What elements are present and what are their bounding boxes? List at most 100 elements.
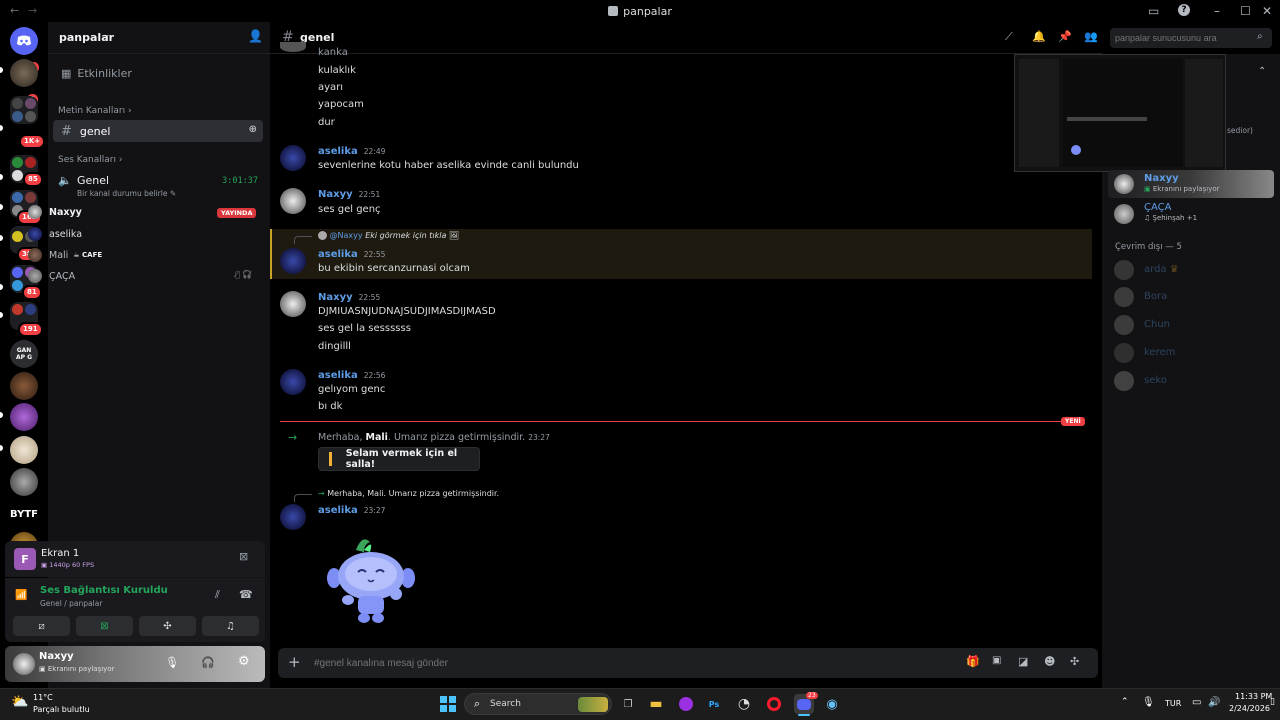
tray-mic-icon[interactable]: 🎙	[1142, 697, 1155, 708]
reply-preview[interactable]: → Merhaba, Mali. Umarız pizza getirmişsi…	[318, 489, 499, 498]
activities-button[interactable]: ✣	[139, 616, 196, 636]
opera-icon[interactable]	[764, 694, 784, 714]
voice-user[interactable]: Mali ☕ CAFE	[28, 247, 102, 263]
server-gang-icon[interactable]: GAN AP G	[10, 340, 38, 368]
help-icon[interactable]: ?	[1178, 4, 1190, 16]
avatar[interactable]	[280, 369, 306, 395]
tray-chevron-icon[interactable]: ⌃	[1121, 697, 1129, 707]
add-attachment-icon[interactable]: +	[288, 653, 301, 671]
forward-arrow-icon[interactable]: →	[28, 4, 37, 17]
user-name[interactable]: Naxyy	[39, 651, 74, 662]
volume-icon[interactable]: 🔊	[1208, 697, 1220, 708]
clock-time[interactable]: 11:33 PM	[1235, 692, 1272, 701]
server-icon[interactable]	[10, 436, 38, 464]
message-author[interactable]: aselika 22:56	[318, 370, 385, 381]
weather-icon[interactable]: ⛅	[11, 694, 28, 710]
weather-desc[interactable]: Parçalı bulutlu	[33, 705, 90, 714]
voice-channel-genel[interactable]: 🔈 Genel 3:01:37 Bir kanal durumu belirle…	[58, 172, 263, 202]
clock-date[interactable]: 2/24/2026	[1229, 704, 1270, 713]
user-avatar[interactable]	[13, 653, 35, 675]
emoji-icon[interactable]: ☻	[1044, 655, 1055, 668]
avatar[interactable]	[280, 291, 306, 317]
message-author[interactable]: Naxyy 22:51	[318, 189, 380, 200]
stream-preview[interactable]	[1014, 54, 1226, 172]
voice-status-prompt[interactable]: Bir kanal durumu belirle ✎	[77, 189, 176, 198]
text-category[interactable]: Metin Kanalları ›	[58, 106, 132, 116]
headphones-icon[interactable]: 🎧	[201, 656, 215, 669]
member-item[interactable]: ÇAÇA ♫ Şehinşah +1	[1108, 200, 1274, 228]
sticker-icon[interactable]: ◪	[1018, 655, 1028, 668]
camera-button[interactable]: ⧄	[13, 616, 70, 636]
start-icon[interactable]	[438, 694, 458, 714]
soundboard-button[interactable]: ♫	[202, 616, 259, 636]
search-box[interactable]: ⌕	[1110, 28, 1272, 48]
microphone-icon[interactable]: 🎙	[165, 656, 179, 669]
events-item[interactable]: ▦ Etkinlikler	[53, 62, 263, 84]
avatar[interactable]	[280, 145, 306, 171]
app-icon[interactable]: ◔	[734, 694, 754, 714]
channel-genel[interactable]: # genel ⊕	[53, 120, 263, 142]
avatar[interactable]	[280, 188, 306, 214]
disconnect-icon[interactable]: ☎	[239, 588, 253, 601]
voice-user[interactable]: aselika	[28, 226, 82, 242]
voice-location[interactable]: Genel / panpalar	[40, 599, 102, 608]
server-icon[interactable]	[10, 372, 38, 400]
member-item[interactable]: Bora	[1108, 287, 1274, 307]
message-author[interactable]: aselika 22:49	[318, 146, 385, 157]
inbox-icon[interactable]: ▭	[1148, 4, 1159, 18]
voice-category[interactable]: Ses Kanalları ›	[58, 155, 122, 165]
avatar[interactable]	[280, 248, 306, 274]
maximize-icon[interactable]: ☐	[1240, 4, 1251, 18]
invite-icon[interactable]: ⊕	[249, 124, 257, 135]
member-item[interactable]: kerem	[1108, 343, 1274, 363]
stop-stream-icon[interactable]: ⊠	[239, 550, 248, 563]
search-input[interactable]	[1110, 28, 1255, 48]
server-icon[interactable]	[10, 468, 38, 496]
message-author[interactable]: aselika 22:55	[318, 249, 385, 260]
message-input[interactable]	[314, 653, 914, 673]
message-author[interactable]: aselika 23:27	[318, 505, 385, 516]
gift-icon[interactable]: 🎁	[966, 655, 980, 668]
invite-icon[interactable]: 👤	[248, 29, 263, 43]
member-item[interactable]: seko	[1108, 371, 1274, 391]
steam-icon[interactable]: ◉	[822, 694, 842, 714]
file-explorer-icon[interactable]: ▬	[646, 694, 666, 714]
member-item[interactable]: Chun	[1108, 315, 1274, 335]
back-arrow-icon[interactable]: ←	[10, 4, 19, 17]
network-icon[interactable]: ▭	[1192, 697, 1201, 708]
server-bytf-icon[interactable]: BYTF	[7, 500, 41, 528]
server-icon[interactable]	[10, 59, 38, 87]
gif-icon[interactable]: ▣	[992, 655, 1001, 666]
member-item[interactable]: arda ♛	[1108, 260, 1274, 280]
task-view-icon[interactable]: ❐	[618, 694, 638, 714]
collapse-icon[interactable]: ⌃	[1258, 66, 1266, 77]
photoshop-icon[interactable]: Ps	[704, 694, 724, 714]
settings-gear-icon[interactable]: ⚙	[238, 654, 250, 669]
apps-icon[interactable]: ✣	[1070, 655, 1079, 668]
taskbar-search[interactable]: ⌕ Search	[464, 693, 612, 715]
voice-status[interactable]: Ses Bağlantısı Kuruldu	[40, 585, 168, 596]
threads-icon[interactable]: ⟋	[1005, 30, 1013, 44]
weather-temp[interactable]: 11°C	[33, 693, 53, 702]
voice-user[interactable]: Naxyy	[28, 204, 82, 220]
bell-icon[interactable]: 🔔	[1032, 30, 1046, 43]
screen-share-button[interactable]: ⊠	[76, 616, 133, 636]
members-icon[interactable]: 👥	[1084, 30, 1098, 43]
noise-suppression-icon[interactable]: ⫽	[215, 588, 220, 602]
notifications-icon[interactable]: ▯	[1270, 697, 1275, 707]
server-header[interactable]: panpalar ⌄ 👤	[48, 22, 270, 54]
member-item[interactable]: Naxyy ▣ Ekranını paylaşıyor	[1108, 170, 1274, 198]
wave-button[interactable]: Selam vermek için el salla!	[318, 447, 480, 471]
server-icon[interactable]	[10, 403, 38, 431]
wumpus-wave-sticker[interactable]	[326, 532, 416, 627]
close-icon[interactable]: ✕	[1262, 4, 1272, 18]
language-indicator[interactable]: TUR	[1165, 699, 1181, 708]
server-folder[interactable]	[10, 96, 38, 124]
reply-preview[interactable]: @Naxyy Eki görmek için tıkla 🖼	[318, 231, 459, 240]
pin-icon[interactable]: 📌	[1058, 30, 1072, 43]
avatar[interactable]	[280, 504, 306, 530]
voice-user[interactable]: ÇAÇA	[28, 268, 75, 284]
direct-messages-icon[interactable]	[10, 27, 38, 55]
app-icon[interactable]	[676, 694, 696, 714]
message-author[interactable]: Naxyy 22:55	[318, 292, 380, 303]
